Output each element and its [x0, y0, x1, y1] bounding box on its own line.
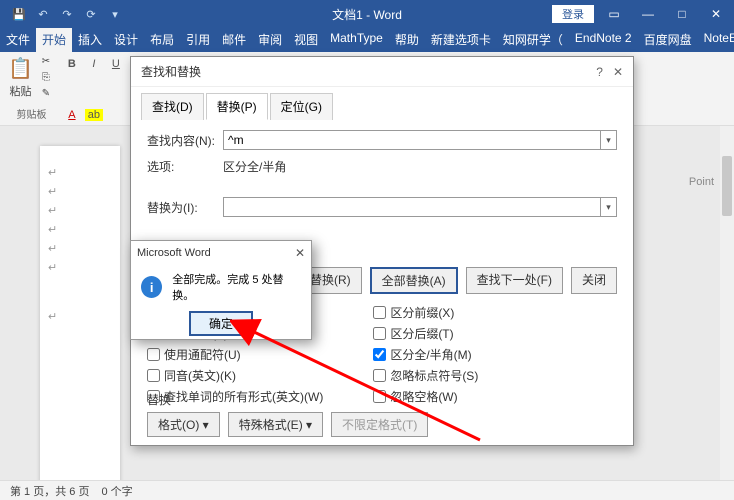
highlight-button[interactable]: ab: [85, 109, 103, 121]
dialog-title: 查找和替换: [141, 63, 201, 80]
paragraph-mark: ↵: [48, 204, 112, 217]
page-indicator[interactable]: 第 1 页，共 6 页: [10, 483, 89, 499]
clipboard-group-label: 剪贴板: [16, 106, 46, 121]
tab-layout[interactable]: 布局: [144, 28, 180, 52]
tab-mathtype[interactable]: MathType: [324, 28, 389, 52]
replace-all-button[interactable]: 全部替换(A): [370, 267, 458, 294]
status-bar: 第 1 页，共 6 页 0 个字: [0, 480, 734, 500]
qat-dropdown-icon[interactable]: ▾: [104, 3, 126, 25]
tab-new[interactable]: 新建选项卡: [425, 28, 497, 52]
italic-button[interactable]: I: [85, 58, 103, 70]
tab-references[interactable]: 引用: [180, 28, 216, 52]
replace-section-label: 替换: [147, 391, 428, 408]
search-option[interactable]: 区分全/半角(M): [373, 346, 478, 363]
options-label: 选项:: [147, 158, 217, 175]
search-option[interactable]: 区分前缀(X): [373, 304, 478, 321]
font-color-button[interactable]: A: [63, 109, 81, 121]
login-button[interactable]: 登录: [552, 5, 594, 23]
word-count[interactable]: 0 个字: [101, 483, 132, 499]
undo-icon[interactable]: ↶: [32, 3, 54, 25]
tab-endnote[interactable]: EndNote 2: [569, 28, 638, 52]
paragraph-mark: ↵: [48, 261, 112, 274]
redo-icon[interactable]: ↷: [56, 3, 78, 25]
message-box: Microsoft Word ✕ i 全部完成。完成 5 处替换。 确定: [130, 240, 312, 340]
tab-baidu[interactable]: 百度网盘: [638, 28, 698, 52]
save-icon[interactable]: 💾: [8, 3, 30, 25]
msgbox-ok-button[interactable]: 确定: [189, 311, 253, 336]
bold-button[interactable]: B: [63, 58, 81, 70]
msgbox-close-icon[interactable]: ✕: [295, 246, 305, 260]
maximize-icon[interactable]: □: [668, 0, 696, 28]
special-format-button[interactable]: 特殊格式(E) ▾: [228, 412, 323, 437]
tab-help[interactable]: 帮助: [389, 28, 425, 52]
find-label: 查找内容(N):: [147, 132, 217, 149]
tab-goto[interactable]: 定位(G): [270, 93, 333, 120]
tab-file[interactable]: 文件: [0, 28, 36, 52]
refresh-icon[interactable]: ⟳: [80, 3, 102, 25]
msgbox-title: Microsoft Word: [137, 247, 211, 259]
info-icon: i: [141, 276, 162, 298]
minimize-icon[interactable]: —: [634, 0, 662, 28]
ribbon-options-icon[interactable]: ▭: [600, 0, 628, 28]
find-next-button[interactable]: 查找下一处(F): [466, 267, 563, 294]
copy-icon[interactable]: ⎘: [37, 72, 55, 86]
scrollbar-thumb[interactable]: [722, 156, 732, 216]
search-option[interactable]: 同音(英文)(K): [147, 367, 323, 384]
tab-design[interactable]: 设计: [108, 28, 144, 52]
search-option[interactable]: 使用通配符(U): [147, 346, 323, 363]
tab-home[interactable]: 开始: [36, 28, 72, 52]
close-button[interactable]: 关闭: [571, 267, 617, 294]
clipboard-icon: 📋: [8, 56, 33, 81]
search-option[interactable]: 忽略标点符号(S): [373, 367, 478, 384]
tab-view[interactable]: 视图: [288, 28, 324, 52]
dialog-close-icon[interactable]: ✕: [613, 65, 623, 79]
vertical-scrollbar[interactable]: [720, 126, 734, 480]
underline-button[interactable]: U: [107, 58, 125, 70]
replace-input[interactable]: [224, 198, 600, 216]
tab-review[interactable]: 审阅: [252, 28, 288, 52]
paragraph-mark: ↵: [48, 242, 112, 255]
dialog-help-icon[interactable]: ?: [596, 65, 603, 79]
replace-dropdown-icon[interactable]: ▾: [600, 198, 616, 216]
window-title: 文档1 - Word: [332, 6, 402, 23]
tab-find[interactable]: 查找(D): [141, 93, 204, 120]
tab-noteexpress[interactable]: NoteExpres: [698, 28, 734, 52]
no-format-button[interactable]: 不限定格式(T): [331, 412, 428, 437]
tab-replace[interactable]: 替换(P): [206, 93, 268, 120]
find-dropdown-icon[interactable]: ▾: [600, 131, 616, 149]
cut-icon[interactable]: ✂: [37, 56, 55, 70]
format-button[interactable]: 格式(O) ▾: [147, 412, 220, 437]
paragraph-mark: ↵: [48, 223, 112, 236]
paragraph-mark: ↵: [48, 310, 112, 323]
tab-cnki[interactable]: 知网研学（: [497, 28, 569, 52]
format-painter-icon[interactable]: ✎: [37, 88, 55, 102]
replace-label: 替换为(I):: [147, 199, 217, 216]
ribbon-tabs: 文件 开始 插入 设计 布局 引用 邮件 审阅 视图 MathType 帮助 新…: [0, 28, 734, 52]
titlebar: 💾 ↶ ↷ ⟳ ▾ 文档1 - Word 登录 ▭ — □ ✕: [0, 0, 734, 28]
options-value: 区分全/半角: [223, 158, 286, 175]
tab-mailings[interactable]: 邮件: [216, 28, 252, 52]
find-input[interactable]: [224, 131, 600, 149]
tab-insert[interactable]: 插入: [72, 28, 108, 52]
msgbox-text: 全部完成。完成 5 处替换。: [172, 271, 301, 303]
quick-access-toolbar: 💾 ↶ ↷ ⟳ ▾: [0, 3, 134, 25]
close-icon[interactable]: ✕: [702, 0, 730, 28]
side-label: Point: [689, 176, 714, 188]
paste-button[interactable]: 📋 粘贴: [8, 56, 33, 102]
page[interactable]: ↵ ↵ ↵ ↵ ↵ ↵ ↵: [40, 146, 120, 480]
search-option[interactable]: 区分后缀(T): [373, 325, 478, 342]
paragraph-mark: ↵: [48, 166, 112, 179]
paragraph-mark: ↵: [48, 185, 112, 198]
